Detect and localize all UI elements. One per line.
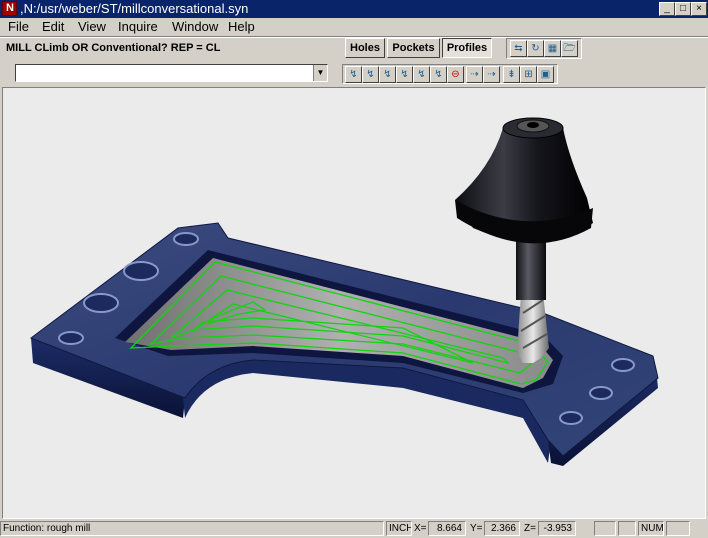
- status-y-label: Y=: [470, 523, 483, 534]
- close-button[interactable]: ×: [691, 2, 707, 16]
- status-z-label: Z=: [524, 523, 536, 534]
- status-z-value: -3.953: [538, 521, 576, 536]
- part-model-drawing: [29, 117, 659, 466]
- menu-inquire[interactable]: Inquire: [118, 19, 158, 34]
- status-bar: Function: rough mill INCH X= 8.664 Y= 2.…: [0, 520, 708, 538]
- status-function: Function: rough mill: [0, 521, 384, 536]
- swap-view-icon[interactable]: ⇆: [510, 40, 527, 57]
- depth-icon[interactable]: ⇟: [503, 66, 520, 83]
- menu-edit[interactable]: Edit: [42, 19, 64, 34]
- status-x-value: 8.664: [428, 521, 466, 536]
- command-combobox[interactable]: ▼: [15, 64, 328, 82]
- status-units: INCH: [386, 521, 412, 536]
- graphics-viewport[interactable]: [2, 87, 706, 519]
- menu-window[interactable]: Window: [172, 19, 218, 34]
- menu-file[interactable]: File: [8, 19, 29, 34]
- stop-icon[interactable]: ⊖: [447, 66, 464, 83]
- frame-icon[interactable]: ▣: [537, 66, 554, 83]
- status-pane-empty-1: [594, 521, 616, 536]
- open-folder-icon[interactable]: 🗁: [561, 40, 578, 57]
- grid-view-icon[interactable]: ▦: [544, 40, 561, 57]
- command-prompt: MILL CLimb OR Conventional? REP = CL: [6, 42, 221, 54]
- application-window: ,N:/usr/weber/ST/millconversational.syn …: [0, 0, 708, 538]
- profile-tool-4-icon[interactable]: ↯: [396, 66, 413, 83]
- lead-out-icon[interactable]: ⇢: [483, 66, 500, 83]
- profile-tool-1-icon[interactable]: ↯: [345, 66, 362, 83]
- chevron-down-icon[interactable]: ▼: [313, 65, 327, 81]
- status-y-value: 2.366: [484, 521, 520, 536]
- menu-bar: File Edit View Inquire Window Help: [0, 18, 708, 36]
- minimize-button[interactable]: _: [659, 2, 675, 16]
- holes-button[interactable]: Holes: [345, 38, 385, 58]
- pockets-button[interactable]: Pockets: [387, 38, 440, 58]
- pattern-icon[interactable]: ⊞: [520, 66, 537, 83]
- status-x-label: X=: [414, 523, 427, 534]
- profiles-button[interactable]: Profiles: [442, 38, 492, 58]
- window-title: ,N:/usr/weber/ST/millconversational.syn: [20, 1, 249, 16]
- status-pane-empty-2: [618, 521, 636, 536]
- maximize-button[interactable]: □: [675, 2, 691, 16]
- menu-help[interactable]: Help: [228, 19, 255, 34]
- app-icon[interactable]: [2, 1, 17, 16]
- rotate-view-icon[interactable]: ↻: [527, 40, 544, 57]
- profile-tool-6-icon[interactable]: ↯: [430, 66, 447, 83]
- title-bar: ,N:/usr/weber/ST/millconversational.syn …: [0, 0, 708, 18]
- profile-tool-3-icon[interactable]: ↯: [379, 66, 396, 83]
- lead-in-icon[interactable]: ⇢: [466, 66, 483, 83]
- profile-tool-2-icon[interactable]: ↯: [362, 66, 379, 83]
- menu-view[interactable]: View: [78, 19, 106, 34]
- profile-tool-5-icon[interactable]: ↯: [413, 66, 430, 83]
- status-num: NUM: [638, 521, 664, 536]
- status-pane-empty-3: [666, 521, 690, 536]
